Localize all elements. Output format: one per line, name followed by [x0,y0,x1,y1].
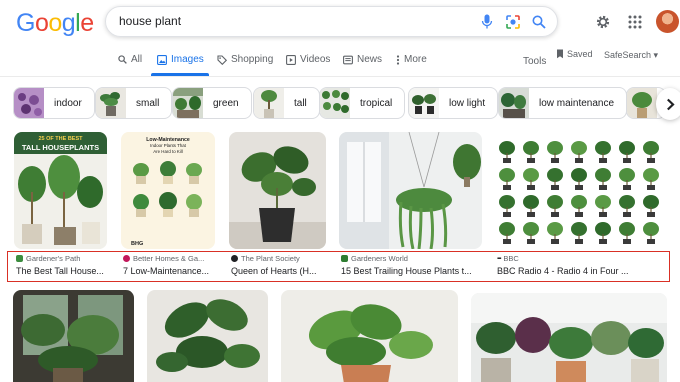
tab-label: Videos [300,54,331,65]
chip-label: low light [449,97,486,109]
chip-low-light[interactable]: low light [408,87,499,119]
focus-highlight-box [7,251,670,282]
chip-thumbnail [409,88,439,118]
result-thumbnail[interactable] [339,132,482,249]
chip-tall[interactable]: tall [253,87,320,119]
tools-button[interactable]: Tools [523,56,546,67]
chip-label: indoor [54,97,82,109]
thumbnail-caption: Are Hard to Kill [153,149,183,154]
tab-all[interactable]: All [118,54,142,65]
result-thumbnail[interactable]: 25 OF THE BEST TALL HOUSEPLANTS [14,132,107,249]
plant-grid-illustration [495,132,667,249]
search-input[interactable]: house plant [119,14,181,28]
tab-shopping[interactable]: Shopping [217,54,273,65]
chip-thumbnail [499,88,529,118]
kebab-icon [396,54,400,65]
lens-icon[interactable] [504,13,522,31]
gear-icon[interactable] [592,11,614,33]
chip-label: small [136,97,160,109]
saved-label: Saved [567,49,593,59]
image-icon [157,54,167,65]
bookmark-icon [557,49,563,59]
safesearch-button[interactable]: SafeSearch ▾ [604,50,658,61]
result-thumbnail[interactable] [281,290,458,382]
tab-label: Images [171,54,204,65]
tab-videos[interactable]: Videos [286,54,330,65]
related-search-chips: indoor small green tall tropical low lig… [0,87,680,119]
chip-thumbnail [96,88,126,118]
news-icon [343,55,353,64]
search-icon[interactable] [530,13,548,31]
chip-label: tall [294,97,307,109]
chip-tropical[interactable]: tropical [319,87,406,119]
thumbnail-caption: Indoor Plants That [150,143,187,148]
tab-label: More [404,54,427,65]
google-logo[interactable]: Google [16,9,94,38]
result-thumbnail[interactable]: Low-Maintenance Indoor Plants That Are H… [121,132,215,249]
caret-down-icon: ▾ [651,50,659,60]
result-thumbnail[interactable] [495,132,667,249]
tab-images[interactable]: Images [157,54,204,65]
result-thumbnail[interactable] [13,290,134,382]
logo-letter: o [34,9,49,37]
thumbnail-caption: 25 OF THE BEST [38,136,83,142]
chip-label: tropical [360,97,393,109]
chip-indoor[interactable]: indoor [13,87,95,119]
tag-icon [217,54,227,65]
tab-more[interactable]: More [396,54,427,65]
chip-green[interactable]: green [172,87,252,119]
tab-news[interactable]: News [343,54,382,65]
avatar[interactable] [656,10,679,33]
logo-letter: g [61,9,76,37]
tab-label: Shopping [231,54,274,65]
saved-button[interactable]: Saved [556,49,593,59]
logo-letter: e [80,9,94,37]
safesearch-label: SafeSearch [604,50,652,60]
chips-next-button[interactable] [656,88,680,120]
search-box[interactable]: house plant [105,6,558,37]
chip-small[interactable]: small [95,87,173,119]
chip-thumbnail [320,88,350,118]
header-divider [0,76,680,77]
chip-low-maintenance[interactable]: low maintenance [498,87,628,119]
chip-label: green [213,97,239,109]
chip-thumbnail [254,88,284,118]
result-thumbnail[interactable] [471,293,667,382]
search-icon [118,55,127,64]
result-thumbnail[interactable] [147,290,268,382]
result-thumbnail[interactable] [229,132,326,249]
chevron-right-icon [666,98,675,110]
logo-letter: o [48,9,62,37]
thumbnail-caption: TALL HOUSEPLANTS [22,143,99,152]
tab-label: News [357,54,383,65]
apps-icon[interactable] [624,11,646,33]
chip-thumbnail [14,88,44,118]
microphone-icon[interactable] [478,13,496,31]
play-icon [286,54,296,65]
tab-label: All [131,54,143,65]
bhg-logo-text: BHG [131,241,143,247]
chip-thumbnail [627,88,657,118]
chip-thumbnail [173,88,203,118]
chip-label: low maintenance [539,97,615,109]
logo-letter: G [16,9,35,37]
